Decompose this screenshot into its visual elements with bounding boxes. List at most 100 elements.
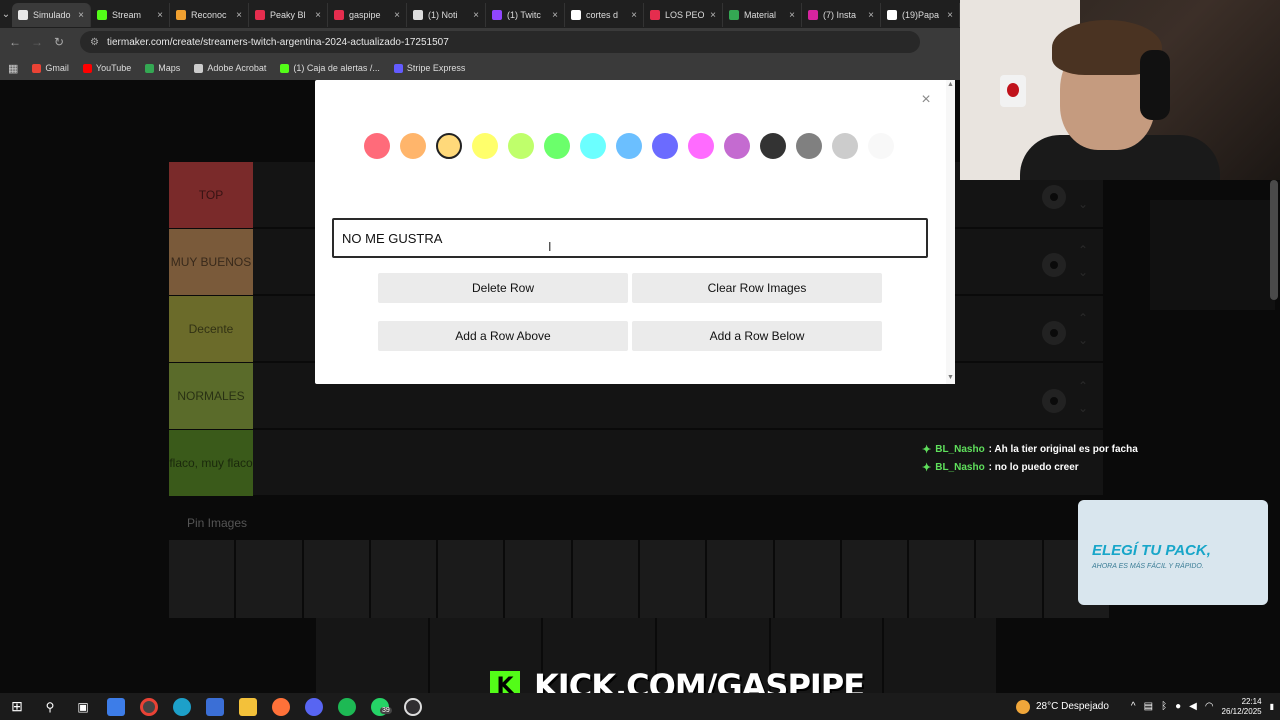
- chevron-up-icon[interactable]: ⌃: [1078, 311, 1088, 325]
- chevron-down-icon[interactable]: ⌄: [1078, 197, 1088, 211]
- wifi-icon[interactable]: ◠: [1205, 701, 1214, 712]
- whatsapp-icon[interactable]: 39: [371, 697, 392, 716]
- image-thumbnail[interactable]: [976, 540, 1042, 618]
- firefox-icon[interactable]: [272, 697, 290, 716]
- browser-tab[interactable]: LOS PEO ×: [644, 3, 723, 27]
- address-bar[interactable]: ⚙ tiermaker.com/create/streamers-twitch-…: [80, 31, 920, 53]
- browser-tab[interactable]: (7) Insta ×: [802, 3, 881, 27]
- obs-icon[interactable]: [404, 697, 422, 716]
- side-ad[interactable]: ELEGÍ TU PACK, AHORA ES MÁS FÁCIL Y RÁPI…: [1078, 500, 1268, 605]
- color-swatch[interactable]: [544, 133, 570, 159]
- reload-icon[interactable]: ↻: [48, 35, 70, 49]
- browser-tab[interactable]: (1) Noti ×: [407, 3, 486, 27]
- tab-close-icon[interactable]: ×: [710, 10, 716, 21]
- side-ad-dim[interactable]: [1150, 200, 1275, 310]
- color-swatch[interactable]: [472, 133, 498, 159]
- search-icon[interactable]: ⚲: [41, 698, 59, 716]
- gear-icon[interactable]: [1042, 185, 1066, 209]
- chevron-up-icon[interactable]: ⌃: [1078, 379, 1088, 393]
- tray-chevron-up-icon[interactable]: ^: [1131, 701, 1136, 712]
- color-swatch[interactable]: [436, 133, 462, 159]
- gear-icon[interactable]: [1042, 253, 1066, 277]
- store-icon[interactable]: [206, 697, 224, 716]
- clock[interactable]: 22:14 26/12/2025: [1222, 697, 1262, 717]
- chevron-down-icon[interactable]: ⌄: [1078, 401, 1088, 415]
- windows-start-icon[interactable]: ⊞: [8, 698, 26, 716]
- network-icon[interactable]: ▤: [1144, 701, 1153, 712]
- gear-icon[interactable]: [1042, 389, 1066, 413]
- bookmark-item[interactable]: (1) Caja de alertas /...: [280, 63, 380, 73]
- color-swatch[interactable]: [688, 133, 714, 159]
- scroll-down-icon[interactable]: ▼: [947, 374, 954, 381]
- bluetooth-icon[interactable]: ᛒ: [1161, 701, 1167, 712]
- apps-grid-icon[interactable]: ▦: [8, 62, 18, 75]
- color-swatch[interactable]: [400, 133, 426, 159]
- image-thumbnail[interactable]: [909, 540, 975, 618]
- tab-close-icon[interactable]: ×: [473, 10, 479, 21]
- color-swatch[interactable]: [652, 133, 678, 159]
- image-thumbnail[interactable]: [505, 540, 571, 618]
- task-view-icon[interactable]: ▣: [74, 698, 92, 716]
- tab-search-icon[interactable]: ⌄: [0, 0, 12, 28]
- delete-row-button[interactable]: Delete Row: [378, 273, 628, 303]
- browser-tab[interactable]: Stream ×: [91, 3, 170, 27]
- browser-tab[interactable]: cortes d ×: [565, 3, 644, 27]
- browser-tab[interactable]: (19)Papa ×: [881, 3, 960, 27]
- tab-close-icon[interactable]: ×: [394, 10, 400, 21]
- bookmark-item[interactable]: Gmail: [32, 63, 69, 73]
- image-thumbnail[interactable]: [841, 540, 908, 618]
- add-row-above-button[interactable]: Add a Row Above: [378, 321, 628, 351]
- discord-icon[interactable]: [305, 697, 323, 716]
- color-swatch[interactable]: [724, 133, 750, 159]
- browser-tab[interactable]: Reconoc ×: [170, 3, 249, 27]
- add-row-below-button[interactable]: Add a Row Below: [632, 321, 882, 351]
- back-icon[interactable]: ←: [4, 35, 26, 49]
- tab-close-icon[interactable]: ×: [236, 10, 242, 21]
- volume-icon[interactable]: ◀: [1189, 701, 1197, 712]
- tab-close-icon[interactable]: ×: [868, 10, 874, 21]
- image-thumbnail[interactable]: [572, 540, 638, 618]
- color-swatch[interactable]: [364, 133, 390, 159]
- browser-tab[interactable]: Simulado ×: [12, 3, 91, 27]
- close-icon[interactable]: ×: [918, 92, 934, 108]
- bookmark-item[interactable]: YouTube: [82, 63, 131, 73]
- tab-close-icon[interactable]: ×: [552, 10, 558, 21]
- browser-tab[interactable]: gaspipe ×: [328, 3, 407, 27]
- tab-close-icon[interactable]: ×: [157, 10, 163, 21]
- microphone-icon[interactable]: ●: [1175, 701, 1181, 712]
- bookmark-item[interactable]: Stripe Express: [393, 63, 465, 73]
- image-thumbnail[interactable]: [774, 540, 840, 618]
- tier-label[interactable]: NORMALES: [169, 363, 253, 429]
- color-swatch[interactable]: [796, 133, 822, 159]
- forward-icon[interactable]: →: [26, 35, 48, 49]
- chevron-down-icon[interactable]: ⌄: [1078, 265, 1088, 279]
- chrome-icon[interactable]: [140, 697, 158, 716]
- copilot-icon[interactable]: [107, 697, 125, 716]
- edge-icon[interactable]: [173, 697, 191, 716]
- bookmark-item[interactable]: Maps: [145, 63, 180, 73]
- site-info-icon[interactable]: ⚙: [90, 37, 99, 48]
- color-swatch[interactable]: [580, 133, 606, 159]
- chevron-down-icon[interactable]: ⌄: [1078, 333, 1088, 347]
- color-swatch[interactable]: [508, 133, 534, 159]
- bookmark-item[interactable]: Adobe Acrobat: [194, 63, 266, 73]
- chevron-up-icon[interactable]: ⌃: [1078, 243, 1088, 257]
- browser-tab[interactable]: Peaky Bl ×: [249, 3, 328, 27]
- tier-label[interactable]: flaco, muy flaco: [169, 430, 253, 496]
- color-swatch[interactable]: [868, 133, 894, 159]
- ad-tile[interactable]: [316, 618, 428, 693]
- modal-scrollbar[interactable]: ▲ ▼: [946, 80, 955, 384]
- tab-close-icon[interactable]: ×: [631, 10, 637, 21]
- tab-close-icon[interactable]: ×: [947, 10, 953, 21]
- tab-close-icon[interactable]: ×: [315, 10, 321, 21]
- ad-tile[interactable]: [884, 618, 997, 693]
- image-thumbnail[interactable]: [707, 540, 773, 618]
- tab-close-icon[interactable]: ×: [789, 10, 795, 21]
- color-swatch[interactable]: [832, 133, 858, 159]
- page-scrollbar[interactable]: [1270, 180, 1278, 300]
- row-label-input[interactable]: [332, 218, 928, 258]
- scroll-up-icon[interactable]: ▲: [947, 81, 954, 88]
- tier-label[interactable]: TOP: [169, 162, 253, 228]
- image-thumbnail[interactable]: [303, 540, 369, 618]
- image-thumbnail[interactable]: [438, 540, 504, 618]
